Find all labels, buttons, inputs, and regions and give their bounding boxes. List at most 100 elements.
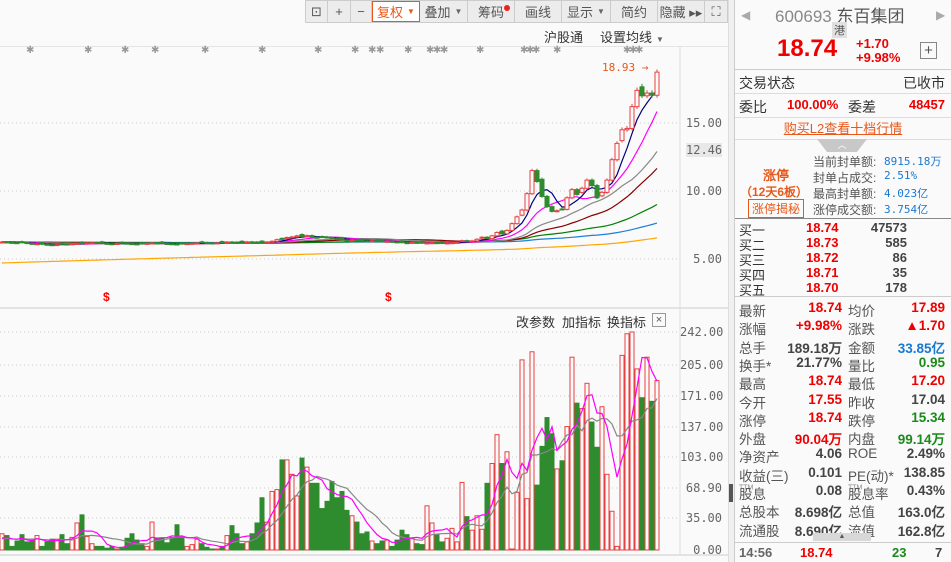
candle-up [184, 243, 190, 246]
candle-down [539, 178, 545, 197]
panel-splitter[interactable] [728, 0, 735, 562]
volume-bar [289, 473, 295, 551]
arrow-right-icon: → [641, 61, 649, 74]
candle-down [99, 241, 105, 244]
bid-row[interactable]: 买三 18.72 86 [735, 250, 951, 268]
volume-bar [644, 356, 650, 551]
candle-down [404, 242, 410, 245]
volume-bar [24, 541, 30, 551]
volume-bar [129, 533, 135, 551]
kline-chart-panel[interactable]: ⊡ + − 复权 ▼ 叠加 ▼ 筹码 画线 显示 ▼ 简约 隐藏 ▸▸ ⛶ 沪股通 设置均线 ▼ 15.00… [0, 0, 729, 562]
add-indicator-button[interactable]: 加指标 [562, 312, 601, 331]
ma30-line [2, 167, 658, 245]
candle-down [119, 241, 125, 244]
volume-bar [39, 545, 45, 551]
bid-row[interactable]: 买四 18.71 35 [735, 265, 951, 283]
volume-bar [614, 545, 620, 551]
stat-value: 18.74 [808, 409, 842, 425]
volume-bar [419, 544, 425, 551]
candle-down [39, 242, 45, 245]
candle-up [524, 193, 530, 211]
volume-bar [594, 446, 600, 551]
bid-row[interactable]: 买二 18.73 585 [735, 235, 951, 253]
seal-label: 当前封单额: [813, 155, 877, 169]
dividend-marker-icon[interactable]: $ [103, 290, 110, 304]
event-asterisk-icon[interactable]: ✱ [258, 45, 266, 56]
event-asterisk-icon[interactable]: ✱ [84, 45, 92, 56]
volume-bar [484, 482, 490, 551]
event-asterisk-icon[interactable]: ✱ [376, 45, 384, 56]
candle-down [59, 242, 65, 245]
dividend-marker-icon[interactable]: $ [385, 290, 392, 304]
event-asterisk-icon[interactable]: ✱ [351, 45, 359, 56]
candle-down [379, 239, 385, 243]
event-asterisk-icon[interactable]: ✱ [151, 45, 159, 56]
candle-up [519, 209, 525, 216]
stat-value: 21.77% [796, 354, 842, 370]
close-indicator-icon[interactable]: × [652, 313, 666, 327]
expand-toggle[interactable]: ▲ [813, 533, 871, 541]
event-asterisk-icon[interactable]: ✱ [440, 45, 448, 56]
status-label: 交易状态 [739, 75, 795, 91]
event-asterisk-icon[interactable]: ✱ [121, 45, 129, 56]
volume-bar [534, 484, 540, 551]
candle-down [249, 241, 255, 244]
volume-bar [604, 473, 610, 551]
candle-down [29, 242, 35, 245]
edit-params-button[interactable]: 改参数 [516, 312, 555, 331]
add-watchlist-button[interactable]: + [920, 42, 937, 59]
volume-bar [184, 545, 190, 551]
chart-canvas[interactable] [0, 0, 728, 562]
ma20-line [2, 151, 658, 245]
volume-bar [179, 535, 185, 551]
stat-value: 33.85亿 [897, 340, 945, 356]
stat-row: 总股本 8.698亿 总值 163.0亿 [735, 501, 951, 520]
candle-down [199, 241, 205, 244]
event-asterisk-icon[interactable]: ✱ [314, 45, 322, 56]
candle-up [194, 242, 200, 245]
candle-down [94, 242, 100, 245]
stock-code: 600693 [775, 7, 832, 26]
bid-row[interactable]: 买一 18.74 47573 [735, 220, 951, 238]
volume-bar [94, 545, 100, 551]
stat-value: 4.06 [815, 446, 842, 462]
event-asterisk-icon[interactable]: ✱ [635, 45, 643, 56]
candle-up [444, 242, 450, 245]
splitter-handle[interactable] [729, 484, 733, 502]
candle-up [599, 191, 605, 197]
candle-down [394, 241, 400, 244]
event-asterisk-icon[interactable]: ✱ [26, 45, 34, 56]
buy-l2-link[interactable]: 购买L2查看十档行情 [735, 118, 951, 140]
candle-down [419, 241, 425, 244]
volume-bar [34, 535, 40, 551]
bid-price: 18.74 [806, 220, 839, 235]
seal-value: 4.023亿 [884, 187, 929, 200]
switch-indicator-button[interactable]: 换指标 [607, 312, 646, 331]
candle-up [424, 242, 430, 245]
bid-volume: 47573 [870, 220, 907, 235]
event-asterisk-icon[interactable]: ✱ [532, 45, 540, 56]
volume-bar [474, 515, 480, 551]
price-tick: 5.00 [693, 252, 722, 266]
volume-bar [424, 505, 430, 551]
candle-down [314, 236, 320, 239]
candle-down [24, 242, 30, 245]
candle-up [144, 242, 150, 245]
event-asterisk-icon[interactable]: ✱ [476, 45, 484, 56]
event-asterisk-icon[interactable]: ✱ [404, 45, 412, 56]
event-asterisk-icon[interactable]: ✱ [201, 45, 209, 56]
bid-volume: 178 [885, 280, 907, 295]
volume-bar [469, 529, 475, 551]
next-stock-icon[interactable]: ▶ [936, 8, 945, 22]
candle-up [514, 216, 520, 225]
volume-bar [164, 542, 170, 551]
bid-row[interactable]: 买五 18.70 178 [735, 280, 951, 298]
collapse-toggle[interactable]: ︿ [817, 139, 867, 152]
limit-up-secret-button[interactable]: 涨停揭秘 [748, 199, 805, 218]
stat-value: 0.95 [918, 354, 945, 370]
event-asterisk-icon[interactable]: ✱ [553, 45, 561, 56]
volume-bar [374, 543, 380, 551]
volume-bar [479, 528, 485, 551]
stat-value: 189.18万 [787, 340, 842, 356]
prev-stock-icon[interactable]: ◀ [741, 8, 750, 22]
